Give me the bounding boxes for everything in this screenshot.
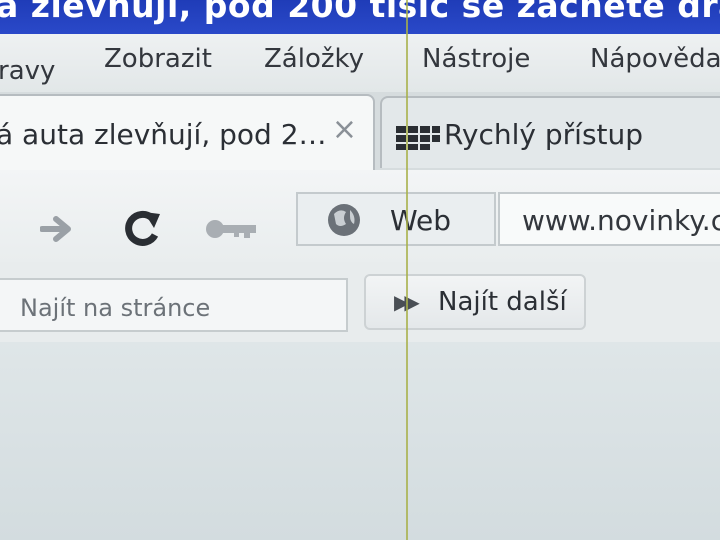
page-content — [0, 342, 720, 540]
site-identity-button[interactable]: Web — [296, 192, 496, 246]
tab-label: á auta zlevňují, pod 2… — [0, 118, 327, 151]
navigation-toolbar: Web www.novinky.cz — [0, 170, 720, 262]
url-bar[interactable]: www.novinky.cz — [498, 192, 720, 246]
tab-novinky[interactable]: á auta zlevňují, pod 2… × — [0, 94, 375, 172]
find-placeholder: Najít na stránce — [20, 294, 211, 322]
window-titlebar: á zlevňují, pod 200 tisíc se začnete dra… — [0, 0, 720, 34]
find-next-label: Najít další — [438, 287, 567, 317]
globe-icon — [328, 204, 360, 236]
menu-item-zalozky[interactable]: Záložky — [264, 44, 364, 74]
speed-dial-icon — [396, 126, 440, 150]
key-icon[interactable] — [204, 216, 260, 242]
tab-label: Rychlý přístup — [444, 118, 644, 151]
tab-rychly-pristup[interactable]: Rychlý přístup — [380, 96, 720, 168]
close-icon[interactable]: × — [332, 112, 357, 147]
find-input[interactable]: Najít na stránce — [0, 278, 348, 332]
menu-item-zobrazit[interactable]: Zobrazit — [104, 44, 212, 74]
arrow-right-icon[interactable] — [40, 214, 76, 244]
find-bar: Najít na stránce ▶▶ Najít další — [0, 262, 720, 342]
window-title: á zlevňují, pod 200 tisíc se začnete dra… — [0, 0, 720, 25]
reload-icon[interactable] — [122, 208, 164, 250]
site-label: Web — [390, 204, 452, 237]
find-next-icon: ▶▶ — [394, 290, 420, 314]
menu-item-nastroje[interactable]: Nástroje — [422, 44, 530, 74]
find-next-button[interactable]: ▶▶ Najít další — [364, 274, 586, 330]
menu-bar: ravy Zobrazit Záložky Nástroje Nápověda — [0, 34, 720, 92]
menu-item-napoveda[interactable]: Nápověda — [590, 44, 720, 74]
tab-strip: á auta zlevňují, pod 2… × Rychlý přístup — [0, 92, 720, 172]
menu-item-upravy[interactable]: ravy — [0, 56, 55, 86]
screen-artifact-line — [406, 0, 408, 540]
url-text: www.novinky.cz — [522, 204, 720, 237]
